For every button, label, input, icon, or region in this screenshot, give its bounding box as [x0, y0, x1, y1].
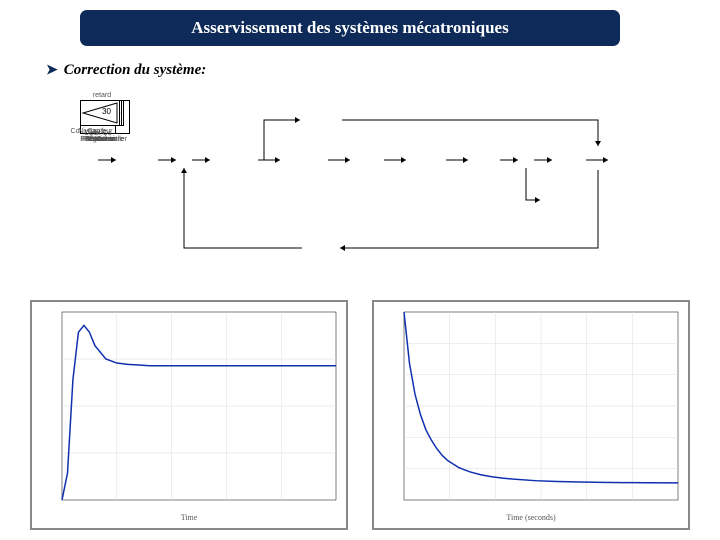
svg-text:Time: Time: [181, 513, 198, 522]
plot-left-svg: Time: [32, 302, 346, 524]
sensor-block: 30 Capteur: [80, 100, 120, 126]
title-bar: Asservissement des systèmes mécatronique…: [80, 10, 620, 46]
plot-right-svg: Time (seconds): [374, 302, 688, 524]
simulink-diagram: Consigne hc 30 Potentiomètre + PID(s) PI…: [80, 100, 640, 270]
plots-row: Time Time (seconds): [30, 300, 690, 530]
triangle-bullet-icon: ➤: [46, 62, 58, 79]
page-title: Asservissement des systèmes mécatronique…: [191, 18, 508, 38]
plot-right: Time (seconds): [372, 300, 690, 530]
plot-left: Time: [30, 300, 348, 530]
section-heading: Correction du système:: [64, 62, 207, 79]
section-bullet: ➤ Correction du système:: [46, 62, 206, 79]
diagram-wires: [80, 100, 640, 270]
gain-triangle-left-icon: [81, 101, 119, 125]
svg-text:Time (seconds): Time (seconds): [506, 513, 556, 522]
